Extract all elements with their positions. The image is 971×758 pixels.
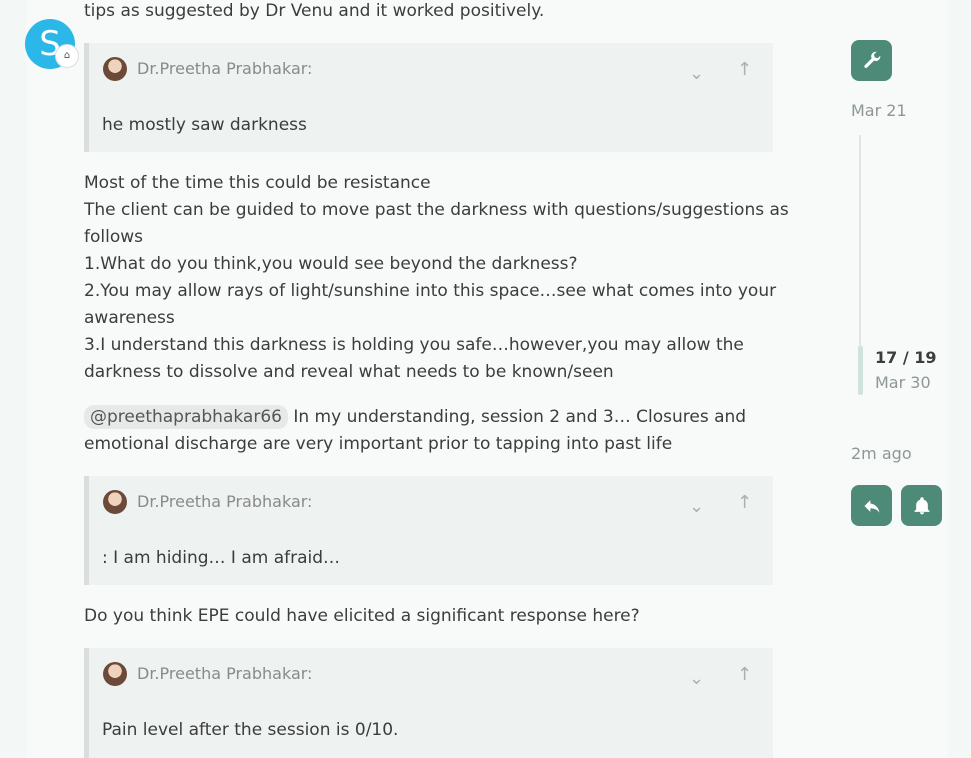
timeline-start-date[interactable]: Mar 21 [851,101,907,120]
quote-avatar[interactable] [103,662,127,686]
chevron-down-icon[interactable]: ⌄ [689,668,704,689]
quote-avatar[interactable] [103,57,127,81]
paragraph-line: awareness [84,308,175,328]
paragraph-line: Most of the time this could be resistanc… [84,173,431,193]
paragraph-line: 2.You may allow rays of light/sunshine i… [84,281,777,301]
timeline-position: 17 / 19 [875,348,937,367]
quote-author: Dr.Preetha Prabhakar: [137,664,313,683]
timeline-position-date: Mar 30 [875,373,931,392]
user-mention[interactable]: @preethaprabhakar66 [84,405,288,429]
arrow-up-icon[interactable]: ↑ [737,59,752,80]
chevron-down-icon[interactable]: ⌄ [689,63,704,84]
chevron-down-icon[interactable]: ⌄ [689,496,704,517]
quote-avatar[interactable] [103,490,127,514]
quote-author: Dr.Preetha Prabhakar: [137,59,313,78]
paragraph-line: The client can be guided to move past th… [84,200,789,220]
quote-block: Dr.Preetha Prabhakar: ⌄ ↑ he mostly saw … [84,43,773,152]
quote-text: : I am hiding… I am afraid… [102,548,341,568]
timeline-handle[interactable] [858,346,863,395]
wrench-icon [863,51,880,68]
notification-button[interactable] [901,485,942,526]
quote-author: Dr.Preetha Prabhakar: [137,492,313,511]
paragraph-line: 1.What do you think,you would see beyond… [84,254,578,274]
quote-text: he mostly saw darkness [102,115,307,135]
bell-icon [914,497,929,515]
paragraph-line: darkness to dissolve and reveal what nee… [84,362,614,382]
reply-icon [864,500,879,513]
avatar-badge-icon: ⌂ [55,44,79,68]
wrench-button[interactable] [851,40,892,81]
paragraph-line: follows [84,227,143,247]
paragraph-line: 3.I understand this darkness is holding … [84,335,744,355]
quote-block: Dr.Preetha Prabhakar: ⌄ ↑ : I am hiding…… [84,476,773,585]
mention-line: @preethaprabhakar66 In my understanding,… [84,404,746,431]
paragraph-line: Do you think EPE could have elicited a s… [84,606,640,626]
reply-button[interactable] [851,485,892,526]
timeline-end-label[interactable]: 2m ago [851,444,912,463]
paragraph-line: emotional discharge are very important p… [84,434,673,454]
mention-line-text: In my understanding, session 2 and 3… Cl… [287,407,747,427]
arrow-up-icon[interactable]: ↑ [737,664,752,685]
post-text-top: tips as suggested by Dr Venu and it work… [84,1,545,21]
quote-text: Pain level after the session is 0/10. [102,720,399,740]
quote-block: Dr.Preetha Prabhakar: ⌄ ↑ Pain level aft… [84,648,773,758]
arrow-up-icon[interactable]: ↑ [737,492,752,513]
